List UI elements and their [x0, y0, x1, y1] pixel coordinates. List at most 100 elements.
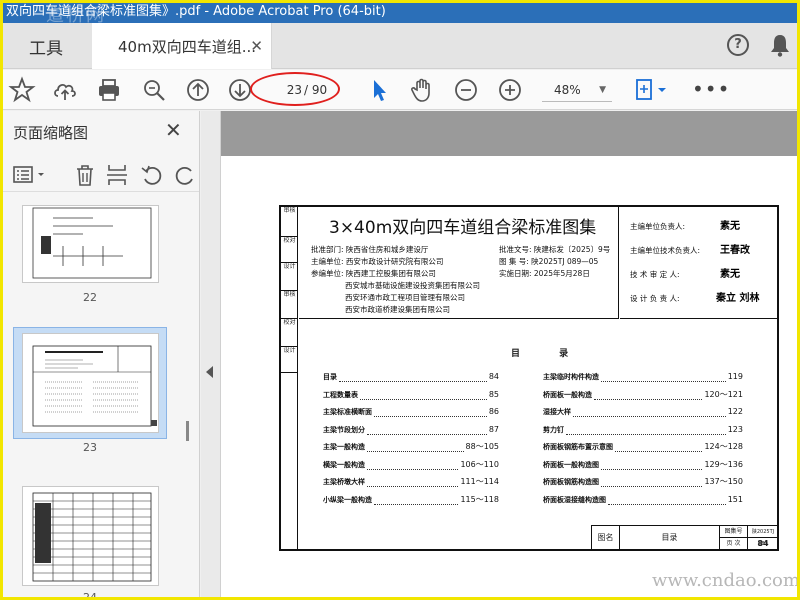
footer-set-value: 陕2025TJ 089: [748, 526, 778, 547]
help-icon[interactable]: ?: [727, 34, 749, 56]
toc-row[interactable]: 剪力钉 123: [543, 425, 743, 435]
toc-row[interactable]: 桥面板钢筋构造图 137～150: [543, 477, 743, 487]
zoom-level-value: 48%: [554, 83, 581, 97]
toc-entry-page: 122: [727, 407, 743, 416]
rotate-left-icon[interactable]: [139, 162, 165, 188]
toc-entry-name: 主梁桥墩大样: [323, 478, 365, 486]
toc-row[interactable]: 主梁节段划分 87: [323, 425, 499, 435]
toc-row[interactable]: 横梁一般构造 106～110: [323, 460, 499, 470]
document-band: [221, 111, 800, 156]
sheet-left-strip: 审核 校对 设计 审核 校对 设计: [281, 207, 298, 549]
toc-entry-name: 桥面板湿接缝构造图: [543, 495, 606, 504]
toc-row[interactable]: 主梁标准横断面 86: [323, 407, 499, 417]
fit-page-icon[interactable]: [632, 76, 670, 104]
toc-leader: [367, 477, 459, 487]
info-line-right: 实施日期: 2025年5月28日: [499, 269, 590, 278]
zoom-search-icon[interactable]: [140, 76, 168, 104]
thumbnail-options-icon[interactable]: [12, 162, 48, 188]
signature-role: 主编单位负责人:: [630, 222, 686, 231]
toc-row[interactable]: 桥面板钢筋布置示意图 124～128: [543, 442, 743, 452]
hand-tool-icon[interactable]: [408, 76, 436, 104]
toc-entry-name: 剪力钉: [543, 425, 564, 434]
tab-document[interactable]: 40m双向四车道组... ✕: [92, 23, 272, 69]
toc-entry-page: 86: [488, 407, 499, 416]
toc-row[interactable]: 主梁桥墩大样 111～114: [323, 477, 499, 487]
thumbnail-label-23: 23: [83, 441, 97, 454]
close-panel-icon[interactable]: ✕: [165, 118, 182, 142]
sheet-footer: 图名 目录 图集号 陕2025TJ 089 页 次 84: [591, 525, 778, 550]
toc-leader: [367, 442, 464, 452]
toc-entry-page: 129～136: [704, 459, 743, 469]
zoom-level-select[interactable]: 48% ▼: [542, 78, 612, 102]
delete-page-icon[interactable]: [72, 162, 98, 188]
toc-entry-page: 124～128: [704, 442, 743, 451]
site-watermark-url: www.cndao.com: [652, 570, 800, 591]
info-line: 西安市政道桥建设集团有限公司: [345, 305, 450, 314]
thumbnail-23-preview: [32, 345, 157, 427]
thumbnail-page-24[interactable]: [22, 486, 159, 586]
cloud-upload-icon[interactable]: [51, 76, 79, 104]
zoom-in-icon[interactable]: [496, 76, 524, 104]
toc-row[interactable]: 目录 84: [323, 372, 499, 382]
strip-cell: 设计: [281, 263, 298, 291]
panel-collapse-strip[interactable]: [201, 111, 221, 600]
rotate-right-icon[interactable]: [172, 162, 198, 188]
info-line: 批准部门: 陕西省住房和城乡建设厅: [311, 245, 429, 254]
toc-row[interactable]: 小纵梁一般构造 115～118: [323, 495, 499, 505]
toc-entry-name: 桥面板钢筋布置示意图: [543, 443, 613, 451]
toc-leader: [601, 460, 703, 470]
site-watermark-logo: 道桥网: [46, 5, 106, 23]
toc-row[interactable]: 湿接大样 122: [543, 407, 743, 417]
extract-page-icon[interactable]: [104, 162, 130, 188]
tab-tools[interactable]: 工具: [0, 23, 92, 69]
toc-entry-name: 桥面板钢筋构造图: [543, 478, 599, 486]
toc-leader: [367, 460, 459, 470]
toc-leader: [608, 495, 726, 505]
document-view[interactable]: 审核 校对 设计 审核 校对 设计 3×40m双向四车道组合梁标准图集 批准部门…: [221, 111, 800, 600]
toc-row[interactable]: 桥面板一般构造 120～121: [543, 390, 743, 400]
signature-image: 王春改: [720, 245, 750, 256]
toc-row[interactable]: 桥面板一般构造图 129～136: [543, 460, 743, 470]
zoom-out-icon[interactable]: [452, 76, 480, 104]
footer-set-label: 图集号: [720, 526, 748, 538]
info-line: 参编单位: 陕西建工控股集团有限公司: [311, 269, 436, 278]
info-line: 西安环通市政工程项目管理有限公司: [345, 293, 465, 302]
print-icon[interactable]: [95, 76, 123, 104]
pdf-page: 审核 校对 设计 审核 校对 设计 3×40m双向四车道组合梁标准图集 批准部门…: [221, 156, 800, 600]
footer-label: 图名: [592, 526, 620, 550]
more-options-icon[interactable]: •••: [692, 77, 730, 101]
select-cursor-icon[interactable]: [365, 76, 393, 104]
close-tab-icon[interactable]: ✕: [250, 37, 263, 55]
toc-entry-page: 111～114: [460, 477, 499, 486]
thumbnail-page-22[interactable]: [22, 205, 159, 283]
sheet-title: 3×40m双向四车道组合梁标准图集: [329, 218, 597, 238]
star-icon[interactable]: [8, 76, 36, 104]
bell-icon[interactable]: [769, 32, 791, 58]
toc-leader: [594, 390, 703, 400]
strip-cell: 校对: [281, 237, 298, 263]
signature-image: 素无: [720, 221, 740, 232]
toc-row[interactable]: 主梁临时构件构造 119: [543, 372, 743, 382]
info-line: 西安城市基础设施建设投资集团有限公司: [345, 281, 480, 290]
drawing-sheet: 审核 校对 设计 审核 校对 设计 3×40m双向四车道组合梁标准图集 批准部门…: [279, 205, 779, 551]
toc-entry-page: 84: [488, 372, 499, 381]
thumbnail-22-preview: [32, 207, 152, 279]
previous-page-icon[interactable]: [184, 76, 212, 104]
sheet-header: 3×40m双向四车道组合梁标准图集 批准部门: 陕西省住房和城乡建设厅 主编单位…: [299, 207, 619, 319]
tab-document-label: 40m双向四车道组...: [118, 37, 257, 56]
thumbnail-toolbar: [0, 156, 199, 192]
toc-row[interactable]: 工程数量表 85: [323, 390, 499, 400]
toc-entry-page: 151: [727, 494, 743, 504]
thumbnail-label-22: 22: [83, 291, 97, 304]
strip-cell: 设计: [281, 347, 298, 373]
panel-scrollbar[interactable]: [186, 421, 189, 441]
toc-row[interactable]: 主梁一般构造 88～105: [323, 442, 499, 452]
chevron-down-icon: ▼: [599, 85, 606, 95]
thumbnail-page-23[interactable]: [22, 333, 159, 433]
signature-role: 技 术 审 定 人:: [630, 270, 680, 279]
thumbnail-24-preview: [32, 492, 152, 582]
toc-entry-page: 87: [488, 424, 499, 434]
footer-page-label: 页 次: [720, 538, 748, 550]
toc-row[interactable]: 桥面板湿接缝构造图 151: [543, 495, 743, 505]
collapse-arrow-icon[interactable]: [206, 366, 213, 378]
